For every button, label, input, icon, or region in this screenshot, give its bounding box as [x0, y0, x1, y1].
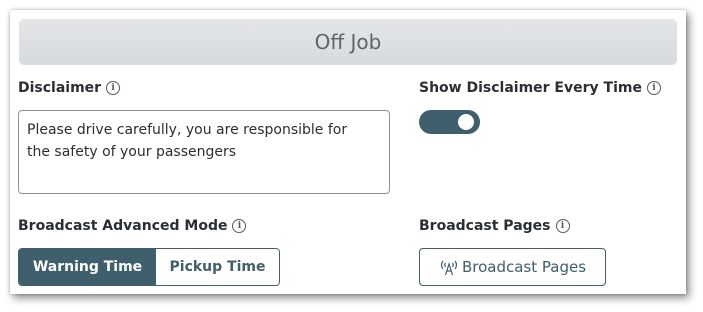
- disclaimer-textarea[interactable]: Please drive carefully, you are responsi…: [18, 110, 390, 194]
- broadcast-icon: [439, 258, 459, 276]
- broadcast-mode-segmented-control: Warning Time Pickup Time: [18, 248, 280, 286]
- broadcast-pages-button[interactable]: Broadcast Pages: [419, 248, 606, 286]
- show-disclaimer-label-row: Show Disclaimer Every Time i: [419, 80, 661, 96]
- section-header: Off Job: [19, 19, 677, 65]
- disclaimer-label: Disclaimer: [18, 80, 102, 96]
- off-job-settings-card: Off Job Disclaimer i Please drive carefu…: [10, 10, 686, 294]
- section-title: Off Job: [314, 30, 382, 54]
- show-disclaimer-label: Show Disclaimer Every Time: [419, 80, 642, 96]
- broadcast-pages-label: Broadcast Pages: [419, 218, 551, 234]
- warning-time-option[interactable]: Warning Time: [19, 249, 156, 285]
- info-icon[interactable]: i: [555, 219, 570, 233]
- pickup-time-option[interactable]: Pickup Time: [156, 249, 279, 285]
- broadcast-mode-label-row: Broadcast Advanced Mode i: [18, 218, 247, 234]
- toggle-knob: [458, 114, 474, 130]
- info-icon[interactable]: i: [232, 219, 247, 233]
- broadcast-pages-label-row: Broadcast Pages i: [419, 218, 570, 234]
- info-icon[interactable]: i: [106, 81, 121, 95]
- show-disclaimer-toggle[interactable]: [419, 110, 480, 134]
- broadcast-mode-label: Broadcast Advanced Mode: [18, 218, 228, 234]
- info-icon[interactable]: i: [646, 81, 661, 95]
- disclaimer-label-row: Disclaimer i: [18, 80, 121, 96]
- broadcast-pages-button-label: Broadcast Pages: [461, 258, 587, 276]
